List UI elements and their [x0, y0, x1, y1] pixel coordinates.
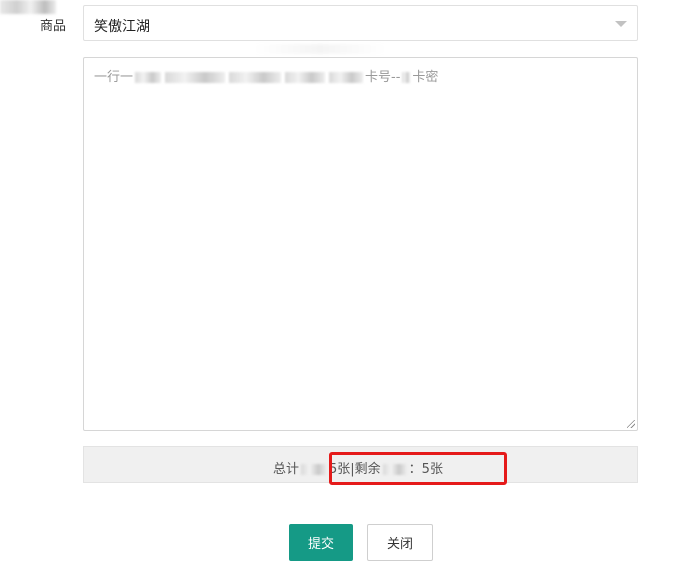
blurred-text — [285, 72, 326, 83]
product-label: 商品 — [40, 19, 67, 34]
blurred-text-fragment — [255, 44, 385, 54]
product-select[interactable]: 笑傲江湖 — [83, 5, 638, 41]
blurred-text — [301, 464, 328, 475]
blurred-text — [402, 72, 411, 83]
placeholder-end: 卡密 — [412, 70, 439, 85]
blurred-text — [135, 72, 162, 83]
chevron-down-icon — [615, 21, 627, 27]
close-button[interactable]: 关闭 — [367, 524, 433, 561]
product-select-value: 笑傲江湖 — [94, 19, 150, 35]
cards-placeholder: 一行一 卡号-- 卡密 — [94, 66, 438, 85]
highlight-annotation — [329, 452, 507, 485]
blurred-text — [165, 72, 226, 83]
blurred-text — [329, 72, 364, 83]
blurred-text — [229, 72, 282, 83]
placeholder-mid: 卡号-- — [365, 70, 401, 85]
placeholder-start: 一行一 — [94, 70, 134, 85]
summary-start: 总计 — [273, 462, 300, 477]
cards-label-blurred — [0, 0, 56, 14]
resize-handle[interactable] — [627, 420, 635, 428]
submit-button[interactable]: 提交 — [289, 524, 353, 561]
cards-textarea[interactable]: 一行一 卡号-- 卡密 — [83, 57, 638, 431]
